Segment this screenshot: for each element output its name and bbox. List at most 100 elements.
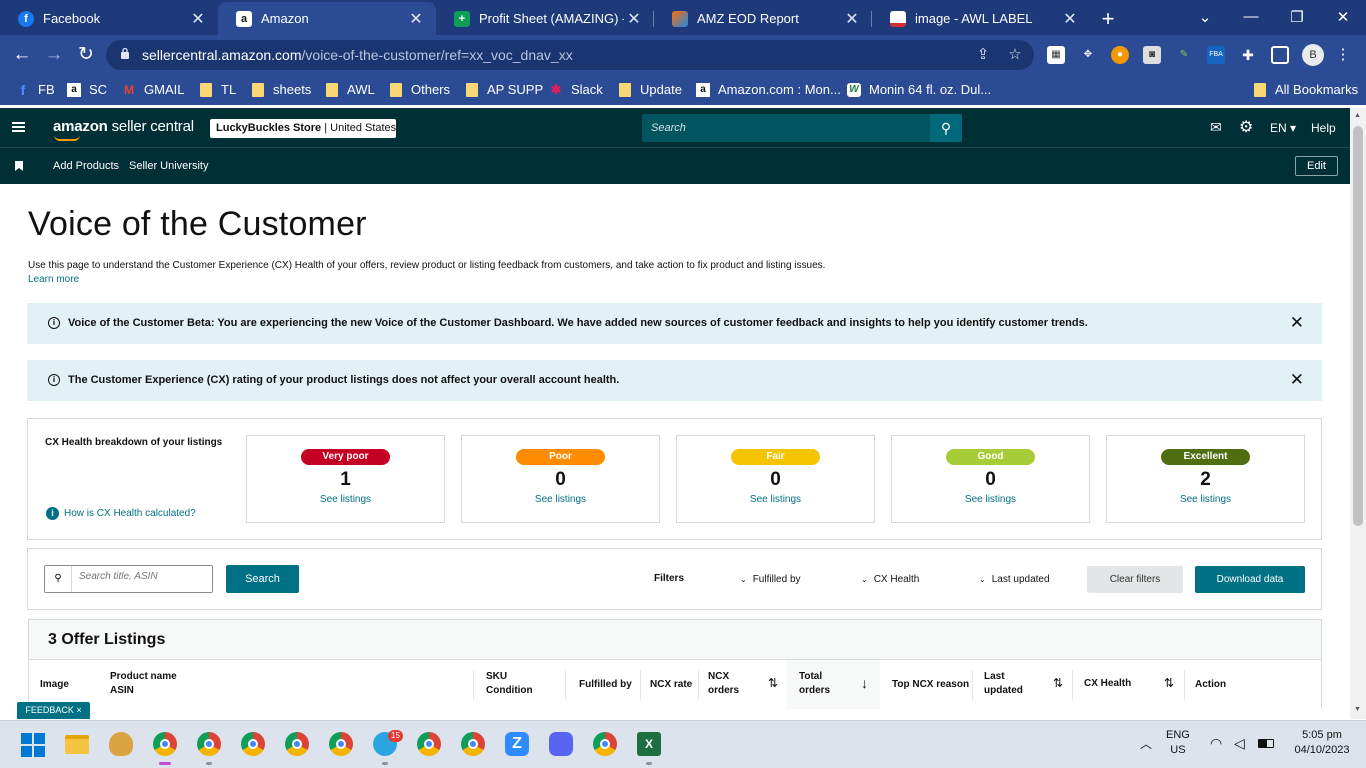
how-cx-link[interactable]: i How is CX Health calculated? <box>46 507 196 520</box>
extension-icon[interactable]: ✥ <box>1079 46 1097 64</box>
col-product[interactable]: Product name ASIN <box>110 670 177 698</box>
bookmark-sc[interactable]: a SC <box>67 82 107 97</box>
restore-button[interactable]: ❐ <box>1274 0 1320 33</box>
bookmark-amazon-monin[interactable]: a Amazon.com : Mon... <box>696 82 841 97</box>
bookmark-folder-tl[interactable]: TL <box>199 82 236 97</box>
bookmark-slack[interactable]: ✱ Slack <box>549 82 603 98</box>
sort-icon[interactable]: ⇅ <box>1164 676 1174 690</box>
bookmark-icon[interactable] <box>15 161 23 171</box>
chrome-icon[interactable] <box>285 732 309 756</box>
fba-icon[interactable]: FBA <box>1207 46 1225 64</box>
extension-icon[interactable]: ● <box>1111 46 1129 64</box>
filter-fulfilled-by[interactable]: ⌄ Fulfilled by <box>740 574 801 585</box>
close-icon[interactable]: ✕ <box>406 9 426 29</box>
bookmark-monin[interactable]: W Monin 64 fl. oz. Dul... <box>847 82 991 97</box>
chrome-icon[interactable] <box>197 732 221 756</box>
bookmark-folder-ap-supp[interactable]: AP SUPP <box>465 82 543 97</box>
chrome-icon[interactable] <box>593 732 617 756</box>
gear-icon[interactable]: ⚙ <box>1239 117 1253 137</box>
col-cx-health[interactable]: CX Health <box>1084 677 1131 691</box>
omnibox[interactable]: sellercentral.amazon.com/voice-of-the-cu… <box>106 40 1034 70</box>
file-explorer-icon[interactable] <box>65 735 89 754</box>
filter-cx-health[interactable]: ⌄ CX Health <box>861 574 919 585</box>
chrome-icon[interactable] <box>241 732 265 756</box>
bookmark-folder-others[interactable]: Others <box>389 82 450 97</box>
store-selector[interactable]: LuckyBuckles Store | United States <box>210 119 396 138</box>
chrome-icon[interactable] <box>461 732 485 756</box>
minimize-button[interactable]: — <box>1228 0 1274 33</box>
bookmark-fb[interactable]: f FB <box>16 82 55 98</box>
see-listings-link[interactable]: See listings <box>1107 494 1304 505</box>
excel-icon[interactable]: X <box>637 732 661 756</box>
language-indicator[interactable]: ENG US <box>1166 728 1190 758</box>
chrome-icon[interactable] <box>417 732 441 756</box>
see-listings-link[interactable]: See listings <box>462 494 659 505</box>
bookmark-folder-awl[interactable]: AWL <box>325 82 375 97</box>
tab-awl-label[interactable]: image - AWL LABEL ✕ <box>872 2 1090 35</box>
seller-central-logo[interactable]: amazon seller central <box>53 118 194 135</box>
help-link[interactable]: Help <box>1311 121 1336 135</box>
tab-amz-eod-report[interactable]: AMZ EOD Report ✕ <box>654 2 872 35</box>
side-panel-icon[interactable] <box>1271 46 1289 64</box>
profile-avatar[interactable]: B <box>1302 44 1324 66</box>
tab-amazon[interactable]: a Amazon ✕ <box>218 2 436 35</box>
see-listings-link[interactable]: See listings <box>892 494 1089 505</box>
zoom-icon[interactable]: Z <box>505 732 529 756</box>
edit-nav-button[interactable]: Edit <box>1295 156 1338 176</box>
col-fulfilled-by[interactable]: Fulfilled by <box>579 678 632 692</box>
forward-button[interactable]: → <box>42 43 66 67</box>
tab-facebook[interactable]: f Facebook ✕ <box>0 2 218 35</box>
discord-icon[interactable] <box>549 732 573 756</box>
tab-search-icon[interactable]: ⌄ <box>1182 0 1228 33</box>
header-search[interactable]: Search ⚲ <box>642 114 962 142</box>
nav-add-products[interactable]: Add Products <box>53 160 119 172</box>
listing-search-input[interactable] <box>79 571 209 582</box>
app-icon[interactable] <box>109 732 133 756</box>
chrome-icon[interactable] <box>153 732 177 756</box>
star-icon[interactable]: ☆ <box>1006 46 1024 64</box>
col-sku[interactable]: SKU Condition <box>486 670 533 698</box>
picker-icon[interactable]: ✎ <box>1175 46 1193 64</box>
chrome-icon[interactable] <box>329 732 353 756</box>
scroll-up-icon[interactable]: ▲ <box>1354 112 1361 119</box>
mail-icon[interactable]: ✉ <box>1210 119 1222 136</box>
clock[interactable]: 5:05 pm 04/10/2023 <box>1290 728 1354 758</box>
col-ncx-orders[interactable]: NCX orders <box>708 670 739 698</box>
see-listings-link[interactable]: See listings <box>247 494 444 505</box>
clear-filters-button[interactable]: Clear filters <box>1087 566 1183 593</box>
col-last-updated[interactable]: Last updated <box>984 670 1023 698</box>
sort-icon[interactable]: ⇅ <box>768 676 778 690</box>
bookmark-folder-update[interactable]: Update <box>618 82 682 97</box>
chevron-up-icon[interactable]: ︿ <box>1140 735 1152 752</box>
see-listings-link[interactable]: See listings <box>677 494 874 505</box>
back-button[interactable]: ← <box>10 43 34 67</box>
new-tab-button[interactable]: + <box>1090 2 1126 35</box>
puzzle-icon[interactable]: ✚ <box>1239 46 1257 64</box>
tab-profit-sheet[interactable]: + Profit Sheet (AMAZING) - Go ✕ <box>436 2 654 35</box>
menu-icon[interactable]: ⋮ <box>1334 46 1352 64</box>
reload-button[interactable]: ↻ <box>74 43 98 67</box>
hamburger-menu-icon[interactable] <box>12 122 25 132</box>
col-total-orders[interactable]: Total orders <box>799 670 830 698</box>
language-selector[interactable]: EN ▾ <box>1270 121 1296 135</box>
close-icon[interactable]: ✕ <box>842 9 862 29</box>
search-icon[interactable]: ⚲ <box>930 114 962 142</box>
learn-more-link[interactable]: Learn more <box>28 274 79 285</box>
feedback-button[interactable]: FEEDBACK × <box>17 702 90 719</box>
close-icon[interactable]: ✕ <box>1290 370 1304 390</box>
arrow-down-icon[interactable]: ↓ <box>861 675 868 691</box>
nav-seller-university[interactable]: Seller University <box>129 160 208 172</box>
extension-icon[interactable]: ▦ <box>1047 46 1065 64</box>
wifi-icon[interactable]: ◠ <box>1210 735 1222 752</box>
close-icon[interactable]: ✕ <box>1290 313 1304 333</box>
scroll-thumb[interactable] <box>1353 126 1363 526</box>
share-icon[interactable]: ⇪ <box>974 46 992 64</box>
download-data-button[interactable]: Download data <box>1195 566 1305 593</box>
windows-start-icon[interactable] <box>21 733 45 757</box>
bookmark-folder-sheets[interactable]: sheets <box>251 82 311 97</box>
page-scrollbar[interactable]: ▲ ▼ <box>1350 108 1366 719</box>
volume-icon[interactable]: ◁ <box>1234 735 1245 752</box>
close-icon[interactable]: ✕ <box>188 9 208 29</box>
close-icon[interactable]: ✕ <box>624 9 644 29</box>
filter-last-updated[interactable]: ⌄ Last updated <box>979 574 1050 585</box>
